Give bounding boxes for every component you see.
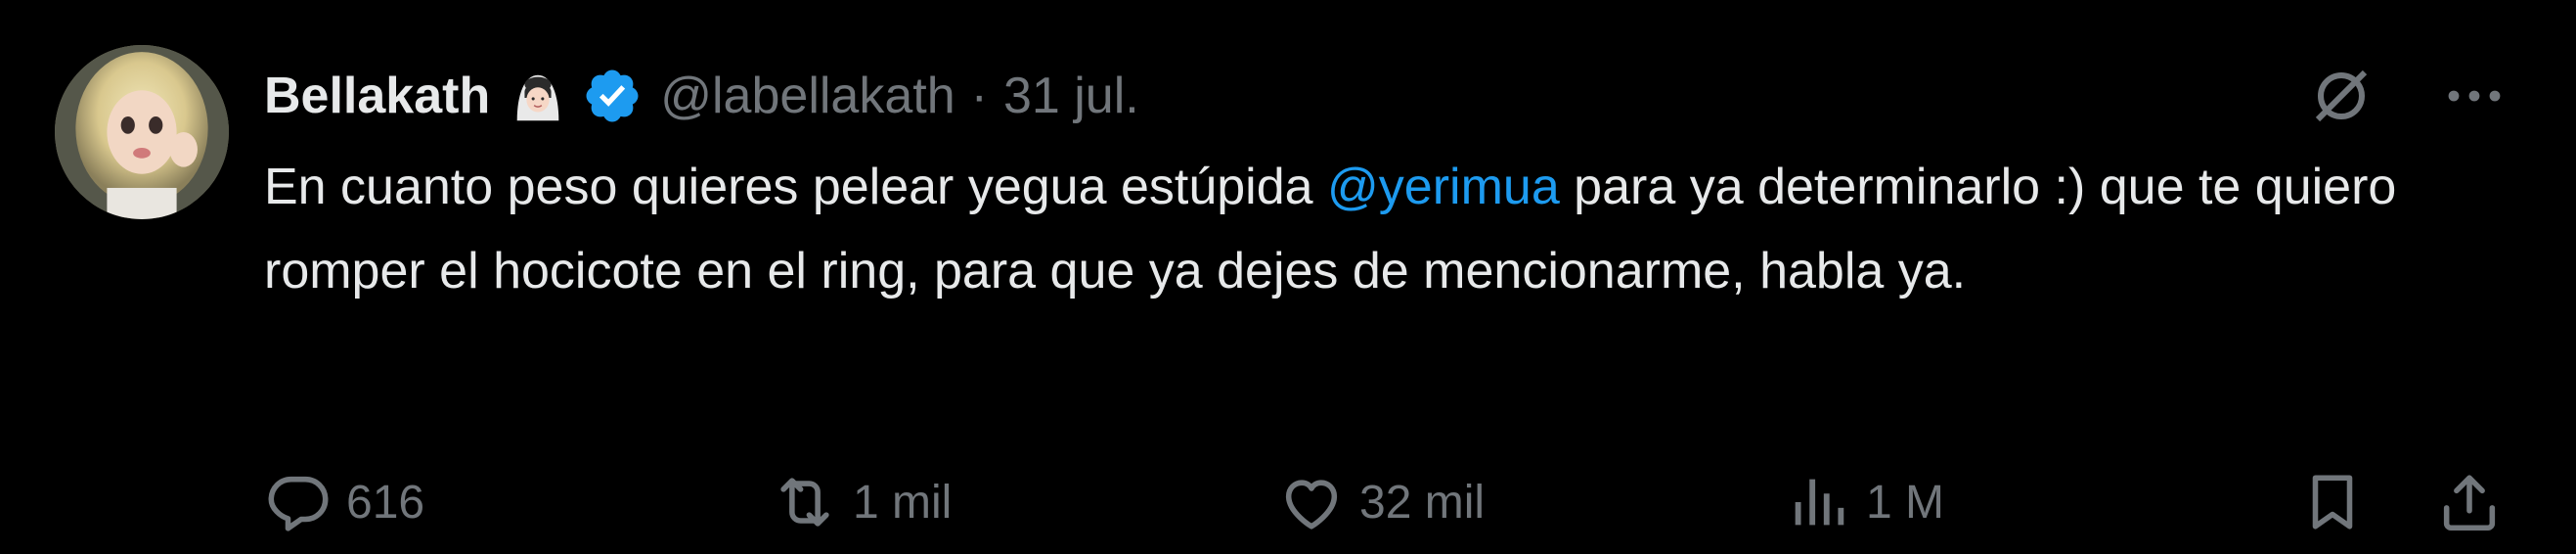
views-button[interactable]: 1 M (1784, 458, 1944, 546)
like-count: 32 mil (1359, 476, 1486, 529)
repost-count: 1 mil (853, 476, 953, 529)
display-name[interactable]: Bellakath (264, 67, 490, 125)
like-icon (1285, 480, 1338, 530)
separator-dot: · (970, 68, 988, 124)
mention-link[interactable]: @yerimua (1327, 159, 1560, 215)
tweet[interactable]: Bellakath @labellakath · 31 jul. En cuan… (0, 0, 2576, 554)
user-handle[interactable]: @labellakath (660, 67, 955, 125)
verified-badge-icon[interactable] (582, 66, 643, 126)
tweet-text-part-1: En cuanto peso quieres pelear yegua estú… (264, 159, 1327, 215)
bookmark-button[interactable] (2298, 458, 2367, 546)
grok-slash-icon[interactable] (2306, 61, 2376, 131)
reply-button[interactable]: 616 (264, 458, 424, 546)
views-count: 1 M (1866, 476, 1945, 529)
avatar-image (55, 45, 229, 219)
tweet-top-actions (2306, 61, 2509, 131)
tweet-header: Bellakath @labellakath · 31 jul. (264, 57, 1139, 135)
share-button[interactable] (2435, 458, 2504, 546)
action-bar: 616 1 mil 32 mil 1 M (264, 458, 2513, 546)
tweet-date[interactable]: 31 jul. (1003, 67, 1139, 125)
avatar[interactable] (55, 45, 229, 219)
bookmark-icon (2312, 475, 2353, 530)
reply-icon (268, 476, 329, 531)
tweet-text: En cuanto peso quieres pelear yegua estú… (264, 145, 2416, 313)
repost-button[interactable]: 1 mil (771, 458, 952, 546)
like-button[interactable]: 32 mil (1277, 458, 1485, 546)
repost-icon (780, 478, 829, 527)
views-icon (1795, 479, 1844, 526)
share-icon (2443, 475, 2496, 531)
reply-count: 616 (346, 476, 425, 529)
woman-with-veil-emoji (508, 66, 568, 126)
more-icon[interactable] (2439, 61, 2509, 131)
